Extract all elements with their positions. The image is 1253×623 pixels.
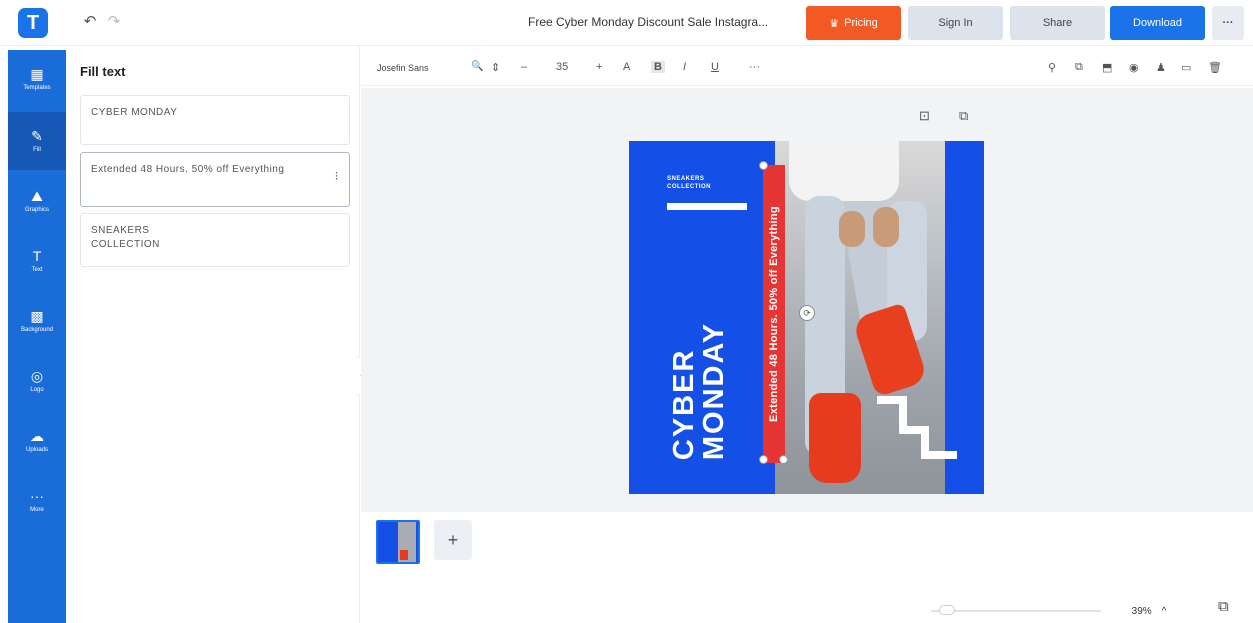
rail-item-background[interactable]: ▩ Background — [8, 292, 66, 350]
field-text: CYBER MONDAY — [91, 107, 178, 118]
logo-icon: ◎ — [30, 367, 44, 384]
opacity-icon[interactable]: ◉ — [1129, 61, 1139, 74]
italic-button[interactable]: I — [683, 61, 686, 73]
bold-button[interactable]: B — [651, 61, 665, 73]
format-painter-icon[interactable]: ⚲ — [1048, 61, 1056, 74]
monday-line: MONDAY — [698, 321, 730, 461]
more-format-button[interactable]: ··· — [749, 61, 760, 73]
photo-hand — [873, 207, 899, 247]
page-thumbnail[interactable] — [376, 520, 420, 564]
zoom-select[interactable]: 39% ^ — [1123, 600, 1175, 622]
text-field-sneakers[interactable]: SNEAKERS COLLECTION — [80, 213, 350, 267]
rail-label: Uploads — [25, 446, 48, 453]
background-icon: ▩ — [30, 307, 44, 324]
share-button[interactable]: Share — [1010, 6, 1105, 40]
drag-handle-icon[interactable]: ⁝ — [335, 169, 339, 183]
poster-design[interactable]: SNEAKERS COLLECTION CYBER MONDAY Extende… — [629, 141, 984, 494]
white-bar-shape[interactable] — [667, 203, 747, 210]
pencil-icon: ✎ — [31, 127, 43, 144]
duplicate-icon[interactable]: ⧉ — [1075, 61, 1083, 74]
underline-button[interactable]: U — [711, 61, 719, 73]
text-field-extended[interactable]: Extended 48 Hours. 50% off Everything ⁝ — [80, 152, 350, 207]
rail-item-graphics[interactable]: ⛰ Graphics — [8, 172, 66, 230]
document-title[interactable]: Free Cyber Monday Discount Sale Instagra… — [528, 15, 790, 29]
cyber-monday-text[interactable]: CYBER MONDAY — [668, 321, 730, 461]
fill-text-panel: Fill text CYBER MONDAY Extended 48 Hours… — [66, 46, 360, 623]
frame-settings-icon[interactable]: ⊡ — [919, 108, 930, 124]
rail-item-more[interactable]: ··· More — [8, 472, 66, 530]
stair-shape — [921, 426, 929, 451]
text-icon: T — [32, 247, 42, 264]
text-toolbar: Josefin Sans 🔍 ⇕ – 35 + A B I U ··· ⚲ ⧉ … — [361, 52, 1253, 86]
search-font-icon[interactable]: 🔍 — [471, 61, 483, 72]
pricing-button[interactable]: ♛ Pricing — [806, 6, 901, 40]
copy-page-icon[interactable]: ⧉ — [959, 108, 968, 124]
increase-size-button[interactable]: + — [596, 61, 602, 73]
panel-title: Fill text — [80, 64, 126, 79]
sneakers-collection-text[interactable]: SNEAKERS COLLECTION — [667, 175, 727, 191]
resize-handle[interactable] — [759, 455, 768, 464]
zoom-value: 39% — [1131, 605, 1152, 617]
rotate-handle-icon[interactable]: ⟳ — [799, 305, 815, 321]
page-view-icon[interactable]: ⧉ — [1218, 598, 1229, 615]
left-nav-rail: ▦ Templates ✎ Fill ⛰ Graphics T Text ▩ B… — [8, 50, 66, 623]
photo-shirt — [789, 141, 899, 201]
redo-icon[interactable]: ↷ — [104, 11, 124, 31]
font-size-input[interactable]: 35 — [556, 61, 568, 73]
more-options-button[interactable]: ··· — [1212, 6, 1244, 40]
stair-shape — [921, 451, 957, 459]
photo-red-shoe — [809, 393, 861, 483]
decrease-size-button[interactable]: – — [521, 61, 527, 73]
crown-icon: ♛ — [829, 17, 840, 30]
rail-label: Templates — [23, 84, 51, 91]
top-bar: T ↶ ↷ Free Cyber Monday Discount Sale In… — [0, 0, 1253, 46]
rail-item-fill[interactable]: ✎ Fill — [8, 112, 66, 170]
rail-label: Fill — [33, 146, 41, 153]
download-button[interactable]: Download — [1110, 6, 1205, 40]
font-family-select[interactable]: Josefin Sans — [377, 63, 467, 73]
text-color-button[interactable]: A — [623, 61, 630, 73]
zoom-slider-track[interactable] — [931, 610, 1101, 612]
rail-item-logo[interactable]: ◎ Logo — [8, 352, 66, 410]
app-logo[interactable]: T — [18, 8, 48, 38]
thumb-shoe — [400, 550, 408, 560]
text-field-cyber-monday[interactable]: CYBER MONDAY — [80, 95, 350, 145]
lock-icon[interactable]: ▭ — [1181, 61, 1191, 74]
delete-icon[interactable]: 🗑 — [1208, 61, 1222, 74]
rail-item-templates[interactable]: ▦ Templates — [8, 50, 66, 108]
position-icon[interactable]: ♟ — [1156, 61, 1166, 74]
app: T ↶ ↷ Free Cyber Monday Discount Sale In… — [0, 0, 1253, 623]
font-stepper-icon[interactable]: ⇕ — [491, 61, 500, 74]
chevron-up-icon: ^ — [1161, 605, 1167, 617]
photo-hand — [839, 211, 865, 247]
rail-item-uploads[interactable]: ☁ Uploads — [8, 412, 66, 470]
cloud-upload-icon: ☁ — [30, 427, 44, 444]
rail-label: Graphics — [24, 206, 49, 213]
add-page-button[interactable]: + — [434, 520, 472, 560]
canvas-area[interactable]: ⊡ ⧉ SNEAKERS COLLECTION CYBER MONDAY Ext… — [361, 88, 1253, 512]
resize-handle[interactable] — [779, 455, 788, 464]
graphics-icon: ⛰ — [31, 187, 43, 204]
field-text: SNEAKERS COLLECTION — [91, 225, 160, 250]
templates-icon: ▦ — [30, 65, 44, 82]
extended-offer-text[interactable]: Extended 48 Hours. 50% off Everything — [768, 206, 780, 422]
sign-in-button[interactable]: Sign In — [908, 6, 1003, 40]
rail-label: Text — [31, 266, 43, 273]
pricing-label: Pricing — [844, 17, 878, 29]
cyber-line: CYBER — [668, 348, 700, 461]
rail-label: Background — [20, 326, 54, 333]
field-text: Extended 48 Hours. 50% off Everything — [91, 164, 285, 175]
rail-item-text[interactable]: T Text — [8, 232, 66, 290]
resize-handle[interactable] — [759, 161, 768, 170]
layer-icon[interactable]: ⬒ — [1102, 61, 1112, 74]
zoom-slider-knob[interactable] — [939, 605, 955, 615]
rail-label: Logo — [30, 386, 44, 393]
rail-label: More — [30, 506, 44, 513]
more-icon: ··· — [30, 487, 44, 504]
undo-icon[interactable]: ↶ — [80, 11, 100, 31]
pages-strip: + 39% ^ ⧉ — [361, 512, 1253, 623]
